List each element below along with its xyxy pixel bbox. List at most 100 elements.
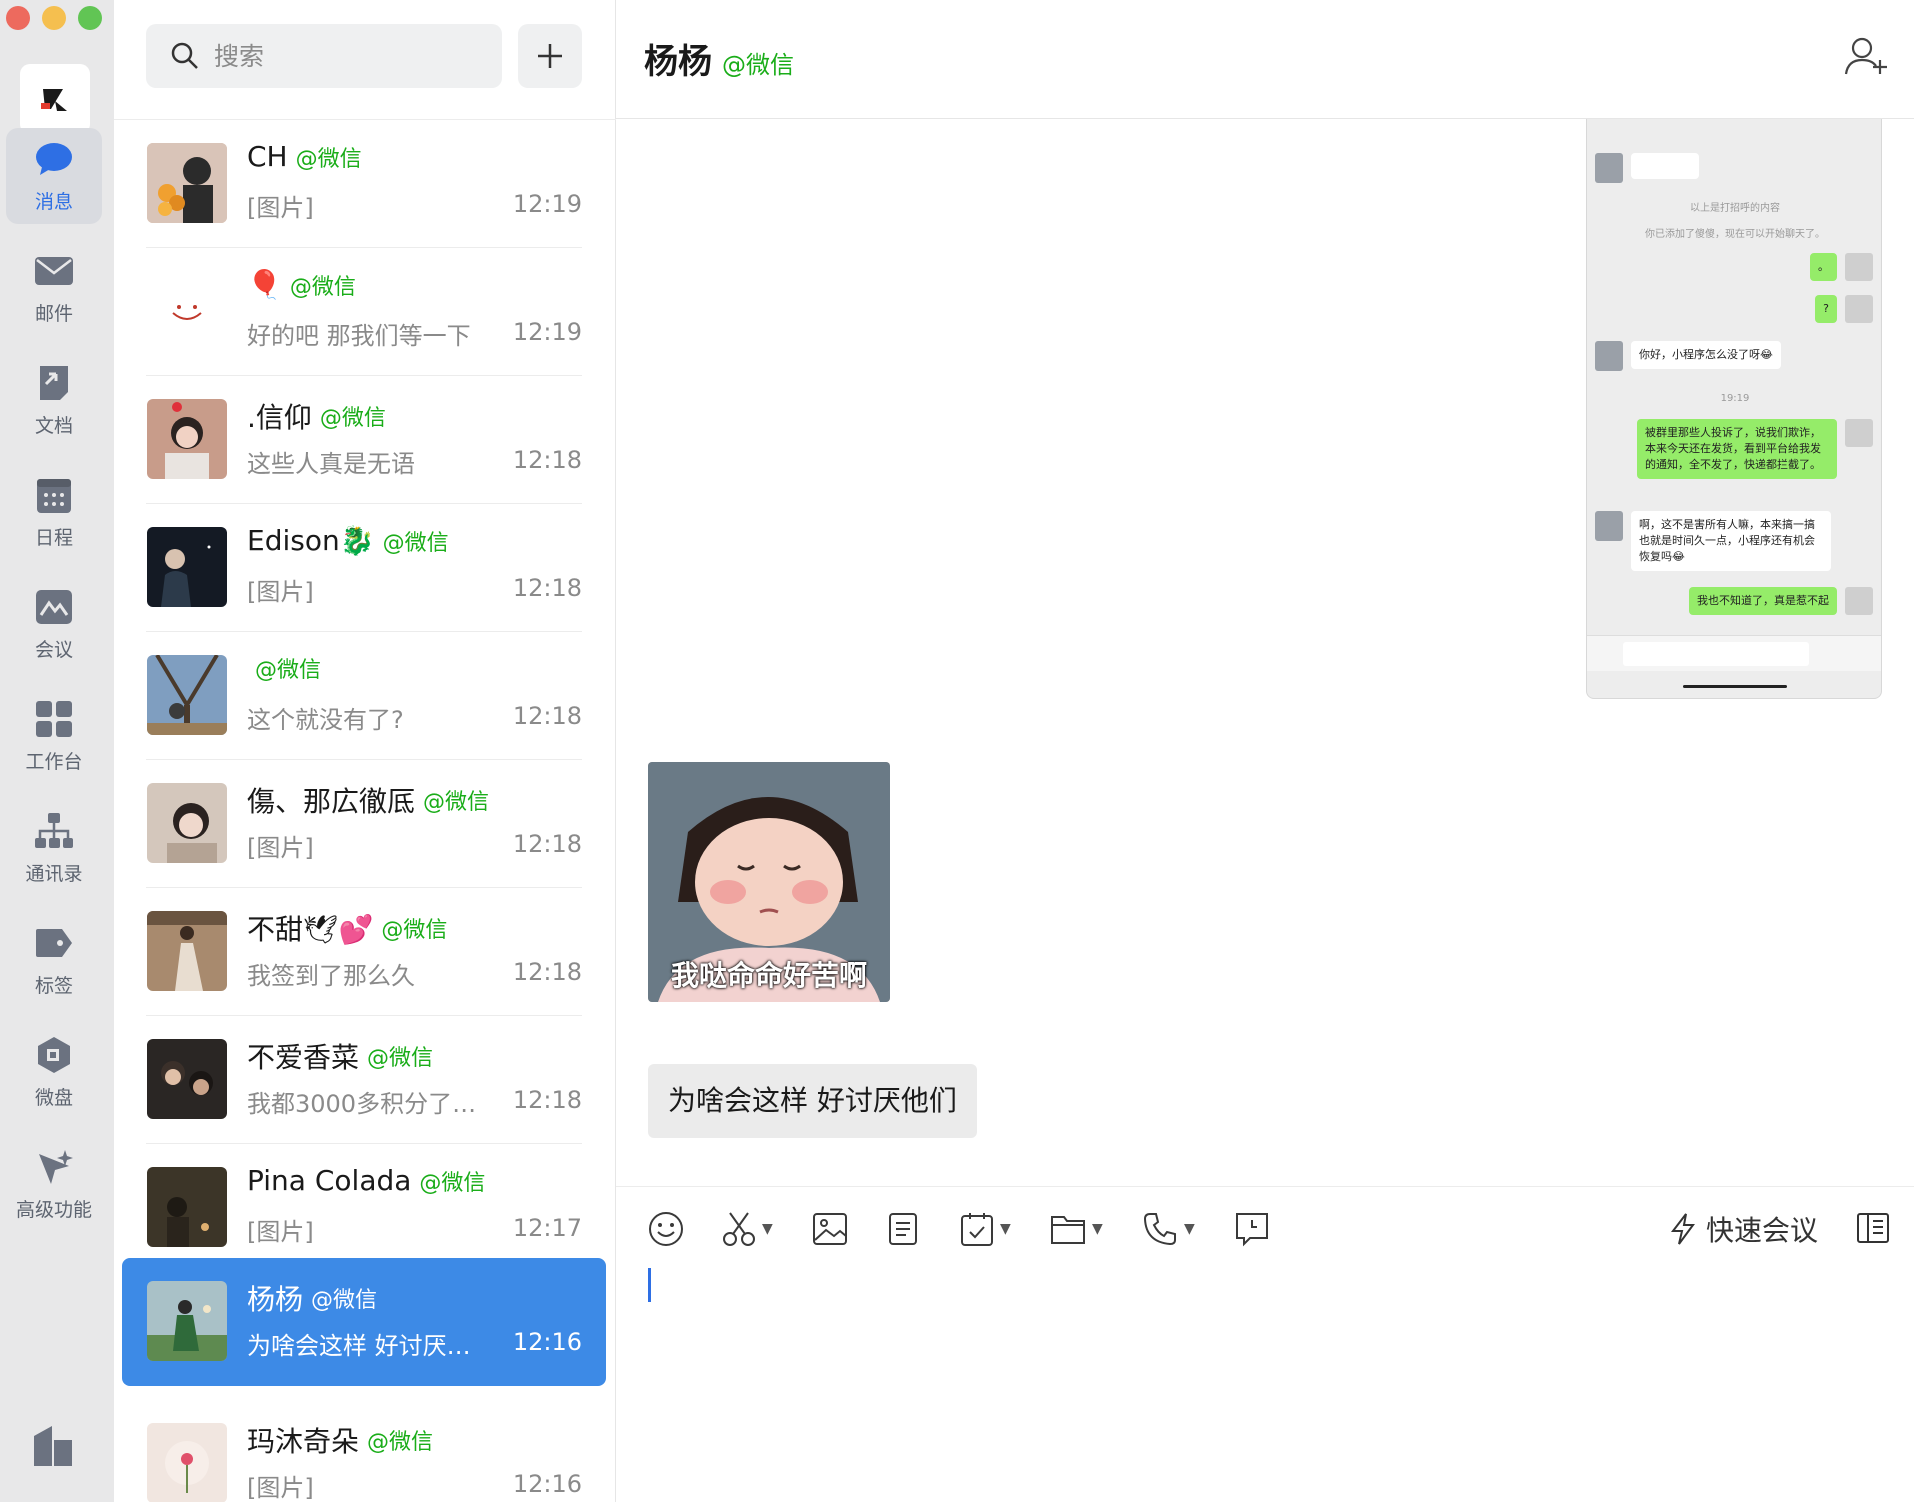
rail-label: 日程 [34,526,73,549]
conversation-item[interactable]: Edison🐉 @微信 [图片] 12:18 [122,504,606,632]
screenshot-button[interactable]: ▼ [722,1209,773,1249]
chevron-down-icon[interactable]: ▼ [1000,1221,1011,1237]
message-time: 12:18 [512,702,582,730]
chevron-down-icon[interactable]: ▼ [1092,1221,1103,1237]
search-icon [171,42,198,69]
emoji-button[interactable] [648,1209,684,1249]
conversation-item[interactable]: .信仰 @微信 这些人真是无语 12:18 [122,376,606,504]
close-window-button[interactable] [6,6,30,30]
conversation-item[interactable]: 玛沐奇朵 @微信 [图片] 12:16 [122,1400,606,1502]
chat-screenshot-image[interactable]: 以上是打招呼的内容 你已添加了傻傻，现在可以开始聊天了。 。 ? 你好，小程序怎… [1586,119,1882,699]
folder-button[interactable]: ▼ [1050,1209,1103,1249]
conversation-item[interactable]: 傷、那広徹厎 @微信 [图片] 12:18 [122,760,606,888]
conversation-name: 不爱香菜 [247,1041,360,1074]
conversation-name: 不甜🕊💕 [247,913,374,946]
quick-meeting-label: 快速会议 [1705,1214,1818,1247]
message-time: 12:19 [512,190,582,218]
received-message-bubble[interactable]: 为啥会这样 好讨厌他们 [648,1064,977,1138]
sticker-caption: 我哒命命好苦啊 [670,959,867,992]
wechat-tag: @微信 [295,146,362,172]
message-preview: 我签到了那么久 [247,962,415,990]
schedule-button[interactable]: ▼ [960,1209,1011,1249]
sent-bubble: ? [1815,295,1837,323]
message-clock-icon [1236,1213,1268,1247]
rail-item-schedule[interactable]: 日程 [6,464,102,560]
image-icon [813,1213,847,1245]
app-logo-icon [41,89,67,111]
timestamp: 19:19 [1720,393,1750,404]
call-button[interactable]: ▼ [1142,1209,1195,1249]
avatar [147,911,227,991]
rail-item-messages[interactable]: 消息 [6,128,102,224]
message-preview: 这个就没有了? [247,706,404,734]
screenshot-input-bar [1587,635,1881,671]
avatar [147,1039,227,1119]
home-indicator [1683,685,1787,688]
conversation-item[interactable]: Pina Colada @微信 [图片] 12:17 [122,1144,606,1272]
quick-meeting-button[interactable]: 快速会议 [1670,1209,1818,1249]
message-preview: 好的吧 那我们等一下 [247,322,471,350]
rail-label: 通讯录 [25,862,83,885]
calendar-icon [33,475,75,515]
avatar [1595,511,1623,541]
message-time: 12:18 [512,574,582,602]
reminder-button[interactable] [1234,1209,1270,1249]
document-button[interactable] [888,1209,918,1249]
avatar [147,143,227,223]
document-icon [33,363,75,403]
wechat-tag: @微信 [255,658,322,683]
sticker-image[interactable]: 我哒命命好苦啊 [648,762,890,1002]
rail-item-mail[interactable]: 邮件 [6,240,102,336]
message-time: 12:19 [512,318,582,346]
conversation-item[interactable]: CH @微信 [图片] 12:19 [122,120,606,248]
rail-label: 会议 [34,638,73,661]
folder-icon [1051,1216,1085,1244]
composer-toolbar: ▼ ▼ ▼ ▼ 快速会议 [616,1186,1914,1270]
message-preview: [图片] [247,194,314,222]
message-input-cursor[interactable] [648,1268,651,1302]
conversation-item[interactable]: 🎈 @微信 好的吧 那我们等一下 12:19 [122,248,606,376]
rail-item-meeting[interactable]: 会议 [6,576,102,672]
avatar [1845,419,1873,447]
avatar [1845,253,1873,281]
minimize-window-button[interactable] [42,6,66,30]
zoom-window-button[interactable] [78,6,102,30]
rail-item-drive[interactable]: 微盘 [6,1024,102,1120]
conversation-list-panel: CH @微信 [图片] 12:19 🎈 @微信 好的吧 那我们等一下 12:19… [114,0,616,1502]
sent-bubble: 。 [1810,253,1837,281]
add-button[interactable] [518,24,582,88]
app-logo[interactable] [20,64,90,134]
mail-icon [33,251,75,291]
search-input[interactable] [214,41,474,71]
sidebar-toggle-icon[interactable] [1856,1211,1890,1245]
image-button[interactable] [812,1209,848,1249]
conversation-item[interactable]: 不爱香菜 @微信 我都3000多积分了… 12:18 [122,1016,606,1144]
blurred-bubble [1631,153,1699,179]
message-preview: [图片] [247,1474,314,1502]
rail-item-contacts[interactable]: 通讯录 [6,800,102,896]
conversation-item[interactable]: 不甜🕊💕 @微信 我签到了那么久 12:18 [122,888,606,1016]
conversation-name: CH [247,140,288,173]
message-preview: 为啥会这样 好讨厌… [247,1332,471,1360]
building-icon[interactable] [30,1422,76,1466]
search-box[interactable] [146,24,502,88]
chevron-down-icon[interactable]: ▼ [762,1221,773,1237]
received-bubble: 啊，这不是害所有人嘛，本来搞一搞也就是时间久一点，小程序还有机会恢复吗😂 [1631,511,1831,571]
conversation-item-selected[interactable]: 杨杨 @微信 为啥会这样 好讨厌… 12:16 [122,1258,606,1386]
wechat-tag: @微信 [419,1170,486,1196]
rail-item-docs[interactable]: 文档 [6,352,102,448]
conversation-item[interactable]: @微信 这个就没有了? 12:18 [122,632,606,760]
rail-label: 消息 [34,190,73,213]
wechat-tag: @微信 [319,406,386,431]
rail-item-workbench[interactable]: 工作台 [6,688,102,784]
sent-bubble: 被群里那些人投诉了，说我们欺诈，本来今天还在发货，看到平台给我发的通知，全不发了… [1637,419,1837,479]
chevron-down-icon[interactable]: ▼ [1184,1221,1195,1237]
chat-panel: 杨杨 @微信 以上是打招呼的内容 你已添加了傻傻，现在可以开始聊天了。 。 ? … [616,0,1914,1502]
rail-item-advanced[interactable]: 高级功能 [6,1136,102,1232]
scissors-icon [723,1212,755,1246]
add-member-icon[interactable] [1844,36,1888,76]
wechat-tag: @微信 [381,918,448,943]
received-bubble: 你好，小程序怎么没了呀😂 [1631,341,1781,369]
phone-icon [1143,1213,1176,1246]
rail-item-tags[interactable]: 标签 [6,912,102,1008]
